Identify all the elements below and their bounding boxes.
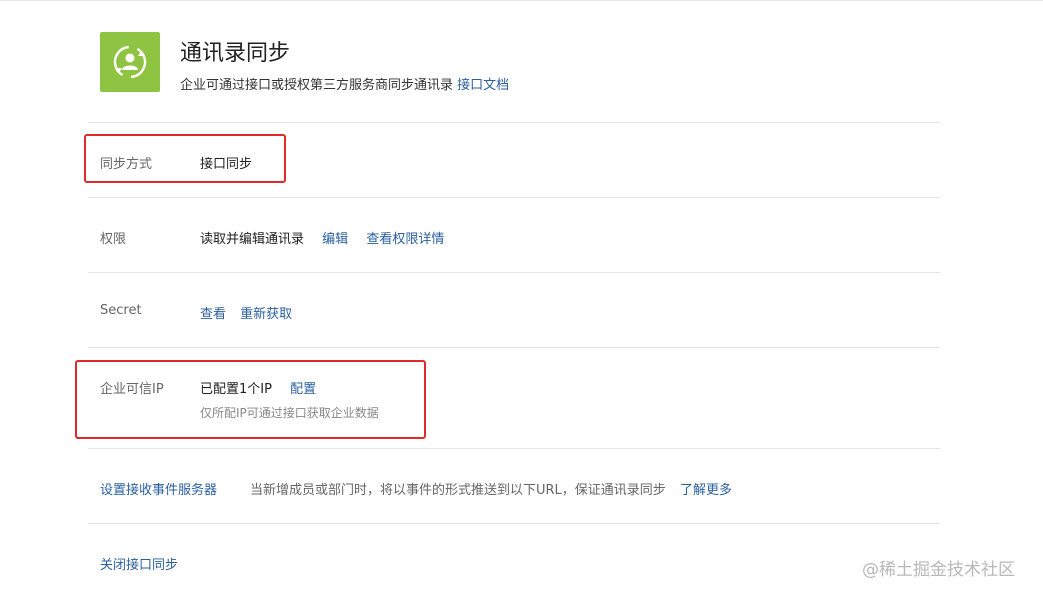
api-doc-link[interactable]: 接口文档 xyxy=(457,78,509,93)
close-api-sync-link[interactable]: 关闭接口同步 xyxy=(100,554,178,573)
permission-label: 权限 xyxy=(100,232,127,247)
contacts-sync-page: 通讯录同步 企业可通过接口或授权第三方服务商同步通讯录 接口文档 同步方式 接口… xyxy=(0,0,1043,593)
event-server-description: 当新增成员或部门时，将以事件的形式推送到以下URL，保证通讯录同步 xyxy=(250,483,666,498)
description-text: 企业可通过接口或授权第三方服务商同步通讯录 xyxy=(180,78,454,93)
refetch-secret-link[interactable]: 重新获取 xyxy=(240,307,292,322)
view-secret-link[interactable]: 查看 xyxy=(200,307,226,322)
watermark: @稀土掘金技术社区 xyxy=(862,560,1015,580)
divider xyxy=(88,448,940,449)
divider xyxy=(88,347,940,348)
permission-value: 读取并编辑通讯录 xyxy=(200,232,305,247)
divider xyxy=(88,523,940,524)
divider xyxy=(88,122,940,123)
highlight-box-trusted-ip xyxy=(75,360,426,439)
secret-row: 查看 重新获取 xyxy=(200,303,292,322)
learn-more-link[interactable]: 了解更多 xyxy=(680,483,732,498)
view-permission-details-link[interactable]: 查看权限详情 xyxy=(366,232,444,247)
event-server-row: 当新增成员或部门时，将以事件的形式推送到以下URL，保证通讯录同步 了解更多 xyxy=(250,479,732,498)
secret-label: Secret xyxy=(100,303,142,318)
page-header: 通讯录同步 企业可通过接口或授权第三方服务商同步通讯录 接口文档 xyxy=(100,32,940,96)
page-title: 通讯录同步 xyxy=(180,41,291,66)
divider xyxy=(88,197,940,198)
divider xyxy=(88,272,940,273)
page-description: 企业可通过接口或授权第三方服务商同步通讯录 接口文档 xyxy=(180,74,509,93)
permission-row: 读取并编辑通讯录 编辑 查看权限详情 xyxy=(200,228,444,247)
contacts-sync-icon xyxy=(100,32,160,92)
set-event-server-link[interactable]: 设置接收事件服务器 xyxy=(100,479,217,498)
highlight-box-sync-method xyxy=(84,134,286,183)
edit-permission-link[interactable]: 编辑 xyxy=(322,232,348,247)
